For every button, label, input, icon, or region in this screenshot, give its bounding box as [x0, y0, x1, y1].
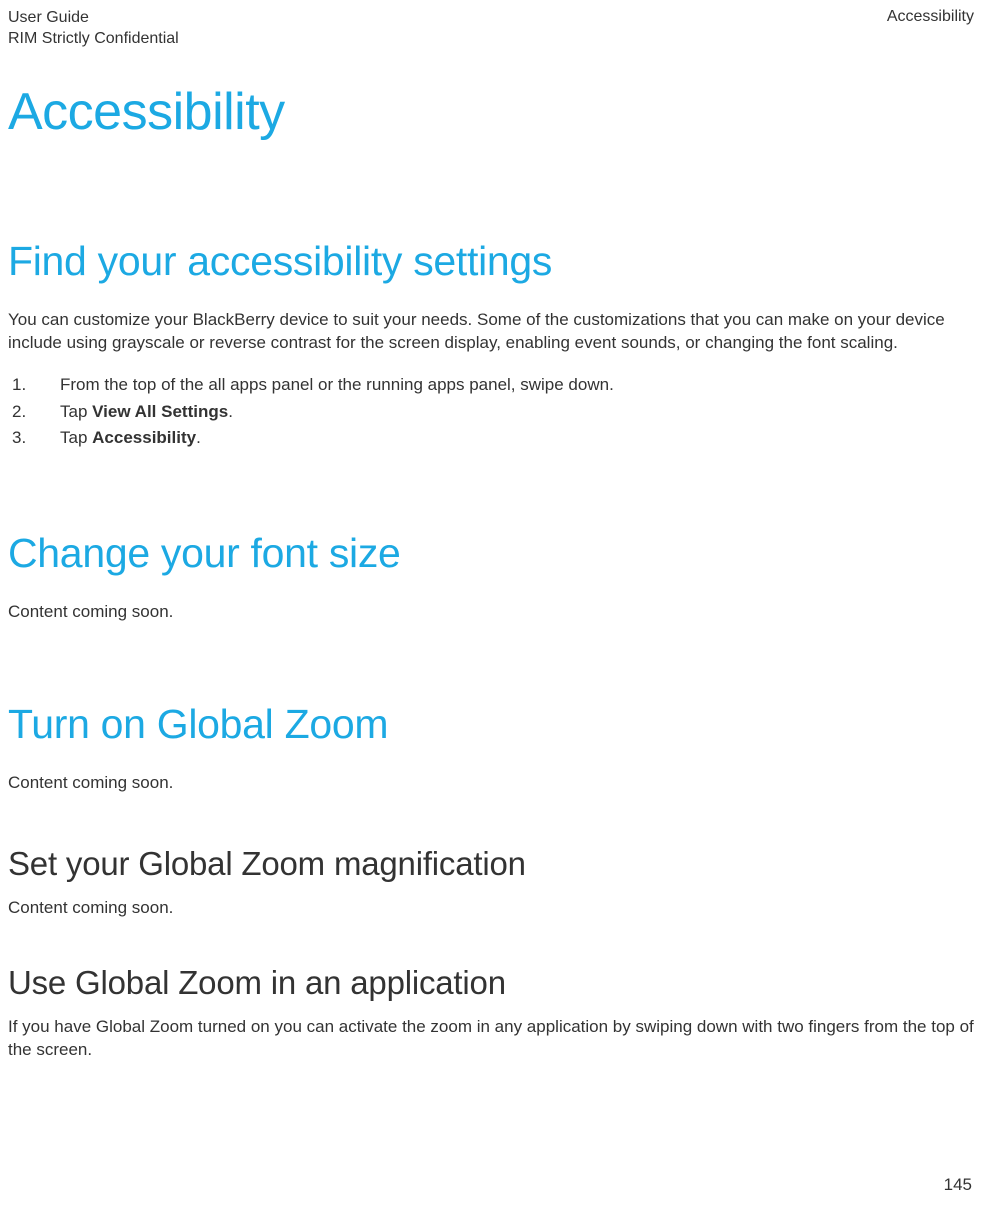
intro-paragraph: You can customize your BlackBerry device…: [8, 309, 974, 355]
steps-list: From the top of the all apps panel or th…: [8, 372, 974, 451]
step-2-pre: Tap: [60, 402, 92, 421]
page-title: Accessibility: [8, 82, 974, 142]
step-2: Tap View All Settings.: [8, 399, 974, 425]
step-2-post: .: [228, 402, 233, 421]
section-find-settings: Find your accessibility settings You can…: [8, 238, 974, 452]
header-left: User Guide RIM Strictly Confidential: [8, 8, 179, 50]
page-number: 145: [944, 1175, 972, 1195]
subsection-magnification: Set your Global Zoom magnification Conte…: [8, 845, 974, 920]
body-use-zoom: If you have Global Zoom turned on you ca…: [8, 1016, 974, 1062]
section-font-size: Change your font size Content coming soo…: [8, 530, 974, 624]
step-1: From the top of the all apps panel or th…: [8, 372, 974, 398]
heading-font-size: Change your font size: [8, 530, 974, 577]
heading-magnification: Set your Global Zoom magnification: [8, 845, 974, 883]
page-header: User Guide RIM Strictly Confidential Acc…: [8, 8, 974, 50]
step-3: Tap Accessibility.: [8, 425, 974, 451]
heading-find-settings: Find your accessibility settings: [8, 238, 974, 285]
header-section-name: Accessibility: [887, 8, 974, 26]
header-user-guide: User Guide: [8, 8, 179, 29]
header-confidential: RIM Strictly Confidential: [8, 29, 179, 50]
section-global-zoom: Turn on Global Zoom Content coming soon.…: [8, 701, 974, 1062]
body-magnification: Content coming soon.: [8, 897, 974, 920]
step-3-post: .: [196, 428, 201, 447]
subsection-use-zoom: Use Global Zoom in an application If you…: [8, 964, 974, 1062]
step-3-pre: Tap: [60, 428, 92, 447]
body-global-zoom: Content coming soon.: [8, 772, 974, 795]
step-2-bold: View All Settings: [92, 402, 228, 421]
step-3-bold: Accessibility: [92, 428, 196, 447]
heading-use-zoom: Use Global Zoom in an application: [8, 964, 974, 1002]
heading-global-zoom: Turn on Global Zoom: [8, 701, 974, 748]
body-font-size: Content coming soon.: [8, 601, 974, 624]
